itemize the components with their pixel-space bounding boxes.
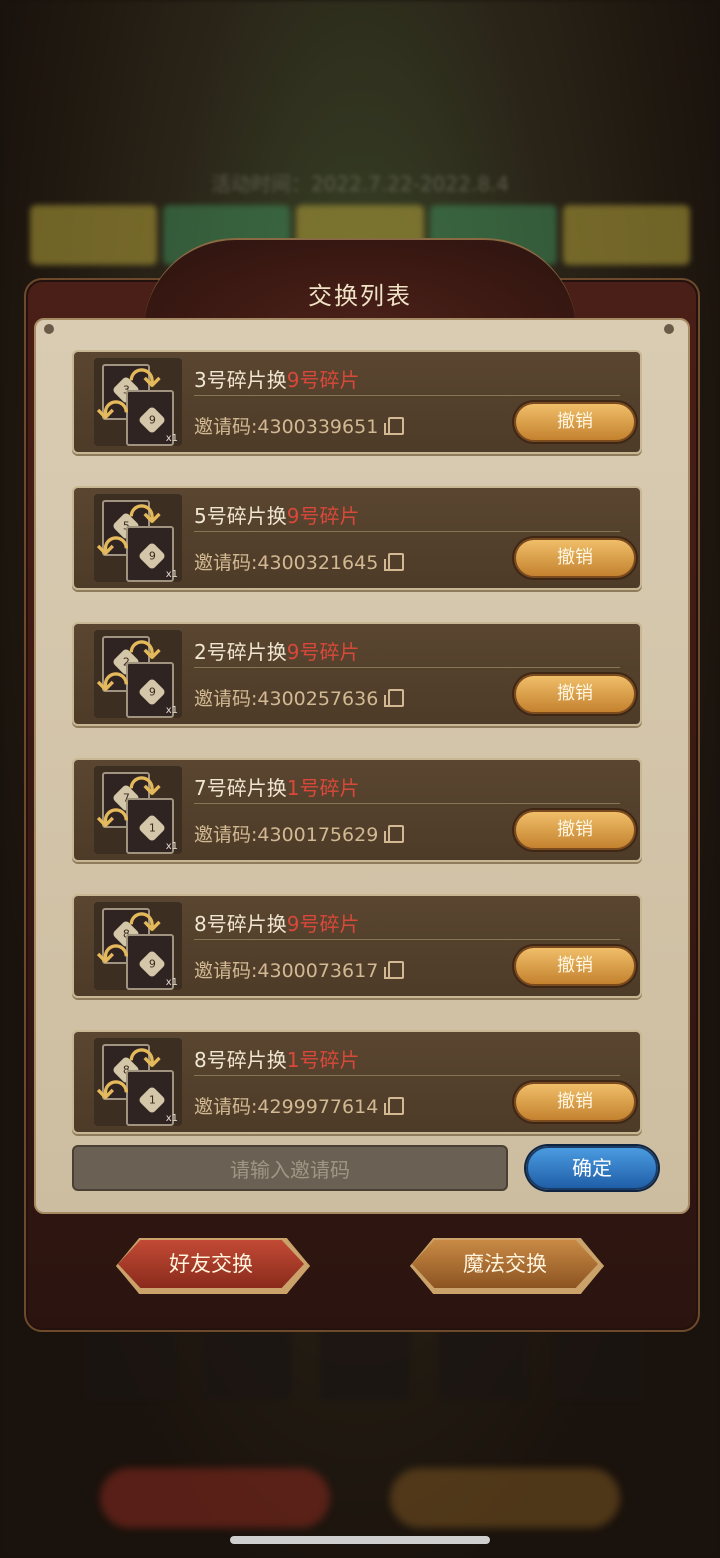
divider [194,1075,620,1076]
divider [194,939,620,940]
invite-code: 邀请码:4299977614 [194,1092,405,1119]
swap-arrow-icon: ↶ [96,527,130,573]
exchange-row: 8 9 ↷ ↶ x1 8号碎片换9号碎片 邀请码:4300073617 撤销 [72,894,642,998]
exchange-thumbnail: 8 9 ↷ ↶ x1 [94,902,182,990]
exchange-thumbnail: 2 9 ↷ ↶ x1 [94,630,182,718]
background-button-left [100,1468,330,1528]
fragment-count: x1 [165,569,178,580]
swap-arrow-icon: ↷ [128,903,162,949]
exchange-title: 8号碎片换1号碎片 [194,1048,360,1072]
exchange-thumbnail: 8 1 ↷ ↶ x1 [94,1038,182,1126]
dialog-title: 交换列表 [308,282,412,310]
swap-arrow-icon: ↷ [128,359,162,405]
friend-exchange-button[interactable]: 好友交换 [118,1240,304,1288]
background-card-row [85,1330,645,1400]
swap-arrow-icon: ↶ [96,935,130,981]
swap-arrow-icon: ↷ [128,631,162,677]
exchange-list: 3 9 ↷ ↶ x1 3号碎片换9号碎片 邀请码:4300339651 撤销 5… [72,350,642,1166]
exchange-row: 5 9 ↷ ↶ x1 5号碎片换9号碎片 邀请码:4300321645 撤销 [72,486,642,590]
cancel-button[interactable]: 撤销 [514,1082,636,1122]
rivet-left-icon [44,324,54,334]
exchange-row: 8 1 ↷ ↶ x1 8号碎片换1号碎片 邀请码:4299977614 撤销 [72,1030,642,1134]
fragment-count: x1 [165,1113,178,1124]
invite-code: 邀请码:4300257636 [194,684,405,711]
swap-arrow-icon: ↷ [128,1039,162,1085]
exchange-list-dialog: 交换列表 3 9 ↷ ↶ x1 3号碎片换9号碎片 邀请码:4300339651… [24,238,700,1332]
invite-code-input[interactable]: 请输入邀请码 [72,1145,508,1191]
fragment-count: x1 [165,841,178,852]
exchange-row: 3 9 ↷ ↶ x1 3号碎片换9号碎片 邀请码:4300339651 撤销 [72,350,642,454]
exchange-row: 7 1 ↷ ↶ x1 7号碎片换1号碎片 邀请码:4300175629 撤销 [72,758,642,862]
swap-arrow-icon: ↶ [96,663,130,709]
fragment-count: x1 [165,433,178,444]
rivet-right-icon [664,324,674,334]
invite-code: 邀请码:4300321645 [194,548,405,575]
swap-arrow-icon: ↷ [128,495,162,541]
invite-code: 邀请码:4300175629 [194,820,405,847]
exchange-thumbnail: 5 9 ↷ ↶ x1 [94,494,182,582]
swap-arrow-icon: ↶ [96,799,130,845]
divider [194,531,620,532]
exchange-thumbnail: 3 9 ↷ ↶ x1 [94,358,182,446]
fragment-count: x1 [165,977,178,988]
copy-icon[interactable] [384,417,405,435]
divider [194,395,620,396]
copy-icon[interactable] [384,825,405,843]
exchange-title: 5号碎片换9号碎片 [194,504,360,528]
exchange-title: 2号碎片换9号碎片 [194,640,360,664]
invite-code: 邀请码:4300339651 [194,412,405,439]
swap-arrow-icon: ↶ [96,1071,130,1117]
exchange-title: 8号碎片换9号碎片 [194,912,360,936]
home-indicator[interactable] [230,1536,490,1544]
exchange-title: 3号碎片换9号碎片 [194,368,360,392]
cancel-button[interactable]: 撤销 [514,402,636,442]
copy-icon[interactable] [384,553,405,571]
copy-icon[interactable] [384,961,405,979]
exchange-title: 7号碎片换1号碎片 [194,776,360,800]
exchange-row: 2 9 ↷ ↶ x1 2号碎片换9号碎片 邀请码:4300257636 撤销 [72,622,642,726]
background-activity-time: 活动时间：2022.7.22-2022.8.4 [210,172,510,196]
copy-icon[interactable] [384,1097,405,1115]
exchange-thumbnail: 7 1 ↷ ↶ x1 [94,766,182,854]
swap-arrow-icon: ↶ [96,391,130,437]
invite-code: 邀请码:4300073617 [194,956,405,983]
cancel-button[interactable]: 撤销 [514,946,636,986]
magic-exchange-button[interactable]: 魔法交换 [412,1240,598,1288]
confirm-button[interactable]: 确定 [526,1146,658,1190]
fragment-count: x1 [165,705,178,716]
divider [194,803,620,804]
cancel-button[interactable]: 撤销 [514,810,636,850]
cancel-button[interactable]: 撤销 [514,538,636,578]
background-button-right [390,1468,620,1528]
copy-icon[interactable] [384,689,405,707]
swap-arrow-icon: ↷ [128,767,162,813]
cancel-button[interactable]: 撤销 [514,674,636,714]
divider [194,667,620,668]
